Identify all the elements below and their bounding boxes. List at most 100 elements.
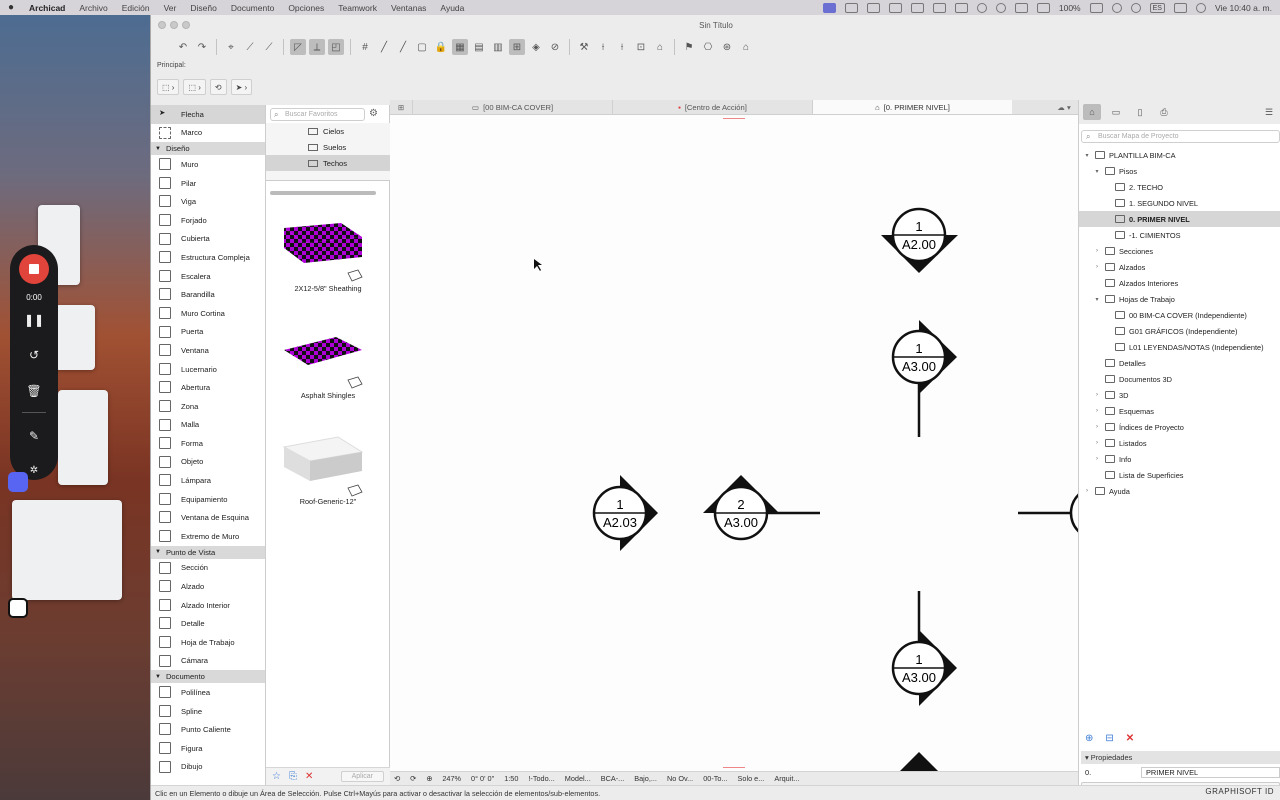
tree-item-esquemas[interactable]: › Esquemas (1079, 403, 1280, 419)
tool-detalle[interactable]: Detalle (151, 614, 265, 633)
view-options-icon[interactable]: ☁ ▾ (1050, 100, 1078, 114)
desktop-window-thumbnail[interactable] (58, 390, 108, 485)
snap-guide-icon[interactable]: ◸ (290, 39, 306, 55)
tool-zona[interactable]: Zona (151, 397, 265, 416)
tool-muro[interactable]: Muro (151, 155, 265, 174)
pencil-icon[interactable]: ╱ (395, 39, 411, 55)
minimize-window-button[interactable] (170, 21, 178, 29)
floor-plan-canvas[interactable]: 1 A2.00 1 A3.00 1 A2.03 2 A3.00 1 A3.00 (390, 115, 1078, 771)
renovation-icon[interactable]: ⊘ (547, 39, 563, 55)
undo-icon[interactable]: ↶ (175, 39, 191, 55)
syringe-icon[interactable]: ⟋ (261, 39, 277, 55)
tab-overview-icon[interactable]: ⊞ (390, 100, 412, 114)
tool-figura[interactable]: Figura (151, 739, 265, 758)
lock-icon[interactable]: 🔒 (433, 39, 449, 55)
cloud-icon[interactable] (932, 2, 946, 13)
tool-camara[interactable]: Cámara (151, 652, 265, 671)
issue-icon[interactable]: ⊛ (719, 39, 735, 55)
pick-up-icon[interactable]: ⌖ (223, 39, 239, 55)
tool-polilinea[interactable]: Polilínea (151, 683, 265, 702)
chevron-right-icon[interactable]: › (1093, 424, 1101, 430)
zoom-window-button[interactable] (182, 21, 190, 29)
tool-pilar[interactable]: Pilar (151, 174, 265, 193)
menu-ayuda[interactable]: Ayuda (433, 3, 471, 13)
tree-item-hojas-de-trabajo[interactable]: ▾ Hojas de Trabajo (1079, 291, 1280, 307)
redo-view-icon[interactable]: ⟳ (410, 774, 416, 783)
menu-edicion[interactable]: Edición (115, 3, 157, 13)
toggle-icon[interactable] (954, 2, 968, 13)
flag-icon[interactable]: ⚑ (681, 39, 697, 55)
desktop-window-thumbnail[interactable] (12, 500, 122, 600)
folder-cielos[interactable]: Cielos (266, 123, 390, 139)
partial-marker[interactable] (1018, 487, 1078, 539)
tree-item-detalles[interactable]: Detalles (1079, 355, 1280, 371)
shingles-preview[interactable] (284, 337, 362, 365)
special-snap-icon[interactable]: ◰ (328, 39, 344, 55)
tree-item-1-cimientos[interactable]: -1. CIMIENTOS (1079, 227, 1280, 243)
elevation-marker[interactable]: 1 A3.00 (891, 320, 957, 437)
tool-seccion[interactable]: Sección (151, 559, 265, 578)
tool-alzado-interior[interactable]: Alzado Interior (151, 596, 265, 615)
settings-icon[interactable]: ⊟ (1105, 733, 1113, 744)
3d-view-icon[interactable]: ◈ (528, 39, 544, 55)
tree-item-0-primer-nivel[interactable]: 0. PRIMER NIVEL (1079, 211, 1280, 227)
wifi-icon[interactable] (1111, 2, 1122, 13)
orientation-value[interactable]: 0° 0' 0" (471, 774, 494, 783)
view-map-tab-icon[interactable]: ▭ (1107, 104, 1125, 120)
tree-item-3d[interactable]: › 3D (1079, 387, 1280, 403)
input-source-badge[interactable]: ES (1149, 2, 1165, 13)
tree-item-alzados[interactable]: › Alzados (1079, 259, 1280, 275)
toolbox-category-punto-de-vista[interactable]: ▼ Punto de Vista (151, 545, 265, 559)
bim-cloud-icon[interactable]: ⌂ (738, 39, 754, 55)
tool-dibujo[interactable]: Dibujo (151, 758, 265, 777)
menu-opciones[interactable]: Opciones (281, 3, 331, 13)
tool-forma[interactable]: Forma (151, 434, 265, 453)
toolbox-category-documento[interactable]: ▼ Documento (151, 670, 265, 684)
tree-item-lista-de-superficies[interactable]: Lista de Superficies (1079, 467, 1280, 483)
hammer-icon[interactable]: ⚒ (576, 39, 592, 55)
trash-icon[interactable]: 🗑 (10, 384, 58, 398)
tool-alzado[interactable]: Alzado (151, 577, 265, 596)
save-favorite-icon[interactable]: ⎘ (289, 771, 297, 782)
navigator-menu-icon[interactable]: ☰ (1260, 104, 1278, 120)
tree-item-ayuda[interactable]: › Ayuda (1079, 483, 1280, 499)
favorite-item-sheathing[interactable]: 2X12-5/8" Sheathing (266, 284, 390, 293)
tool-lampara[interactable]: Lámpara (151, 471, 265, 490)
grid-snap-icon[interactable]: # (357, 39, 373, 55)
rotate-marquee-button[interactable]: ⟲ (209, 79, 227, 95)
pen-set[interactable]: BCA-... (601, 774, 625, 783)
gear-icon[interactable]: ⚙ (369, 108, 378, 119)
menu-ventanas[interactable]: Ventanas (384, 3, 433, 13)
menu-documento[interactable]: Documento (224, 3, 281, 13)
tree-item-pisos[interactable]: ▾ Pisos (1079, 163, 1280, 179)
folder-techos[interactable]: Techos (266, 155, 390, 171)
tree-item-alzados-interiores[interactable]: Alzados Interiores (1079, 275, 1280, 291)
close-window-button[interactable] (158, 21, 166, 29)
chevron-down-icon[interactable]: ▾ (1093, 168, 1101, 175)
chevron-right-icon[interactable]: › (1093, 456, 1101, 462)
tree-item-info[interactable]: › Info (1079, 451, 1280, 467)
favorites-search-input[interactable]: ⌕ Buscar Favoritos (270, 108, 365, 121)
tab-action-center[interactable]: ▪ [Centro de Acción] (612, 100, 812, 114)
tool-punto-caliente[interactable]: Punto Caliente (151, 720, 265, 739)
menu-ver[interactable]: Ver (157, 3, 184, 13)
marquee-mode-button[interactable]: ⬚ › (183, 79, 206, 95)
section-marker[interactable]: 2 A3.00 (703, 475, 820, 541)
chevron-right-icon[interactable]: › (1093, 408, 1101, 414)
tool-flecha[interactable]: ➤ Flecha (151, 105, 265, 124)
project-map-tab-icon[interactable]: ⌂ (1083, 104, 1101, 120)
trim-icon[interactable]: ⟊ (595, 39, 611, 55)
apple-menu-icon[interactable]: ● (0, 2, 22, 13)
layer-combination[interactable]: !-Todo... (528, 774, 554, 783)
publisher-tab-icon[interactable]: ⎙ (1155, 104, 1173, 120)
tool-muro-cortina[interactable]: Muro Cortina (151, 304, 265, 323)
tool-escalera[interactable]: Escalera (151, 267, 265, 286)
split-handle[interactable] (723, 767, 745, 768)
tree-item-indices-de-proyecto[interactable]: › Índices de Proyecto (1079, 419, 1280, 435)
tree-item-2-techo[interactable]: 2. TECHO (1079, 179, 1280, 195)
tool-forjado[interactable]: Forjado (151, 211, 265, 230)
split-handle[interactable] (723, 118, 745, 119)
tree-item-plantilla-bim-ca[interactable]: ▾ PLANTILLA BIM-CA (1079, 147, 1280, 163)
tool-estructura-compleja[interactable]: Estructura Compleja (151, 248, 265, 267)
pause-icon[interactable]: ❚❚ (10, 313, 58, 327)
